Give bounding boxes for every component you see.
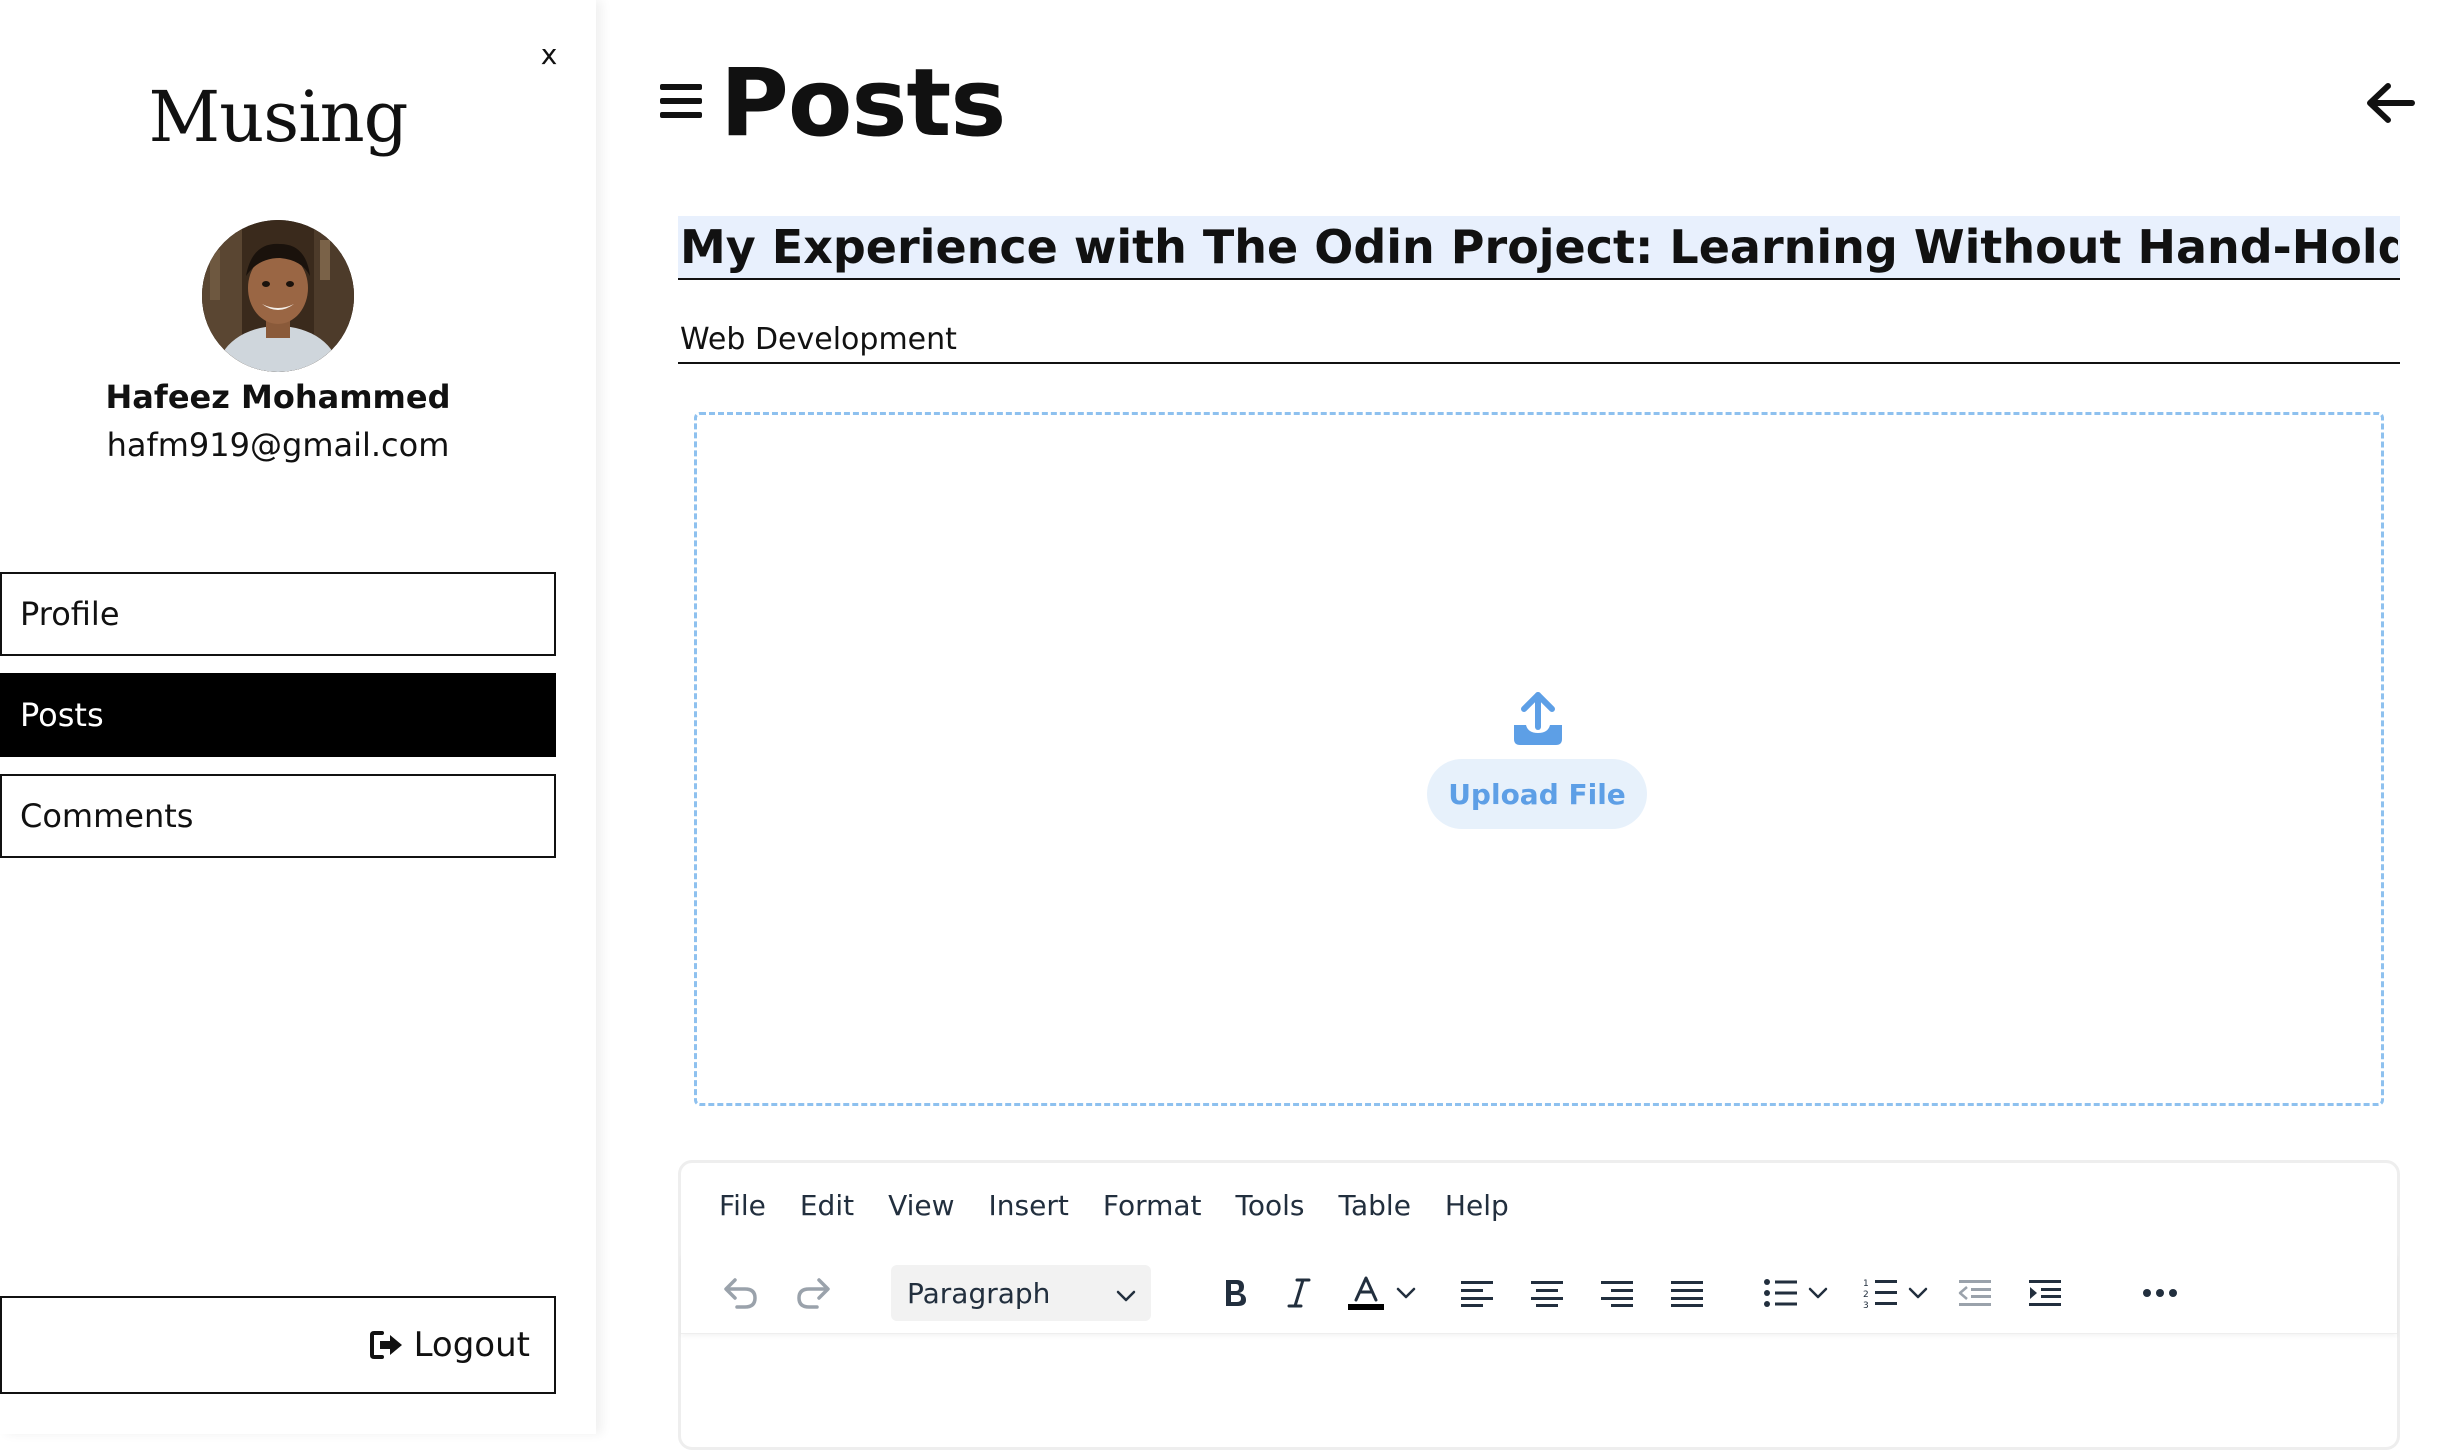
text-color-chevron-down-icon[interactable] <box>1393 1267 1419 1319</box>
rich-text-editor: File Edit View Insert Format Tools Table… <box>678 1160 2400 1450</box>
editor-menubar: File Edit View Insert Format Tools Table… <box>719 1189 1543 1222</box>
logout-button[interactable]: Logout <box>0 1296 556 1394</box>
avatar-photo <box>202 220 354 372</box>
brand-logo: Musing <box>148 76 409 158</box>
undo-icon[interactable] <box>719 1267 763 1319</box>
bullet-list-icon[interactable] <box>1759 1267 1803 1319</box>
editor-toolbar: Paragraph 1 2 3 <box>681 1253 2397 1334</box>
menu-help[interactable]: Help <box>1445 1189 1509 1222</box>
svg-text:2: 2 <box>1863 1290 1869 1300</box>
menu-insert[interactable]: Insert <box>989 1189 1069 1222</box>
upload-file-button[interactable]: Upload File <box>1427 759 1647 829</box>
back-arrow-icon[interactable] <box>2364 78 2416 128</box>
italic-icon[interactable] <box>1279 1267 1319 1319</box>
sidebar: x Musing Hafeez Mohammed hafm919@gmail.c… <box>0 0 596 1434</box>
indent-icon[interactable] <box>2023 1267 2067 1319</box>
menu-view[interactable]: View <box>888 1189 954 1222</box>
menu-format[interactable]: Format <box>1103 1189 1202 1222</box>
close-sidebar-button[interactable]: x <box>536 38 562 72</box>
user-email: hafm919@gmail.com <box>106 426 450 464</box>
block-format-select[interactable]: Paragraph <box>891 1265 1151 1321</box>
numbered-list-chevron-down-icon[interactable] <box>1905 1267 1931 1319</box>
svg-text:1: 1 <box>1863 1279 1869 1289</box>
menu-edit[interactable]: Edit <box>800 1189 854 1222</box>
align-justify-icon[interactable] <box>1665 1267 1709 1319</box>
sidebar-item-posts[interactable]: Posts <box>0 673 556 757</box>
sidebar-item-comments[interactable]: Comments <box>0 774 556 858</box>
svg-text:3: 3 <box>1863 1301 1869 1309</box>
main-content: Posts Upload File File Edit View Insert … <box>596 0 2462 1450</box>
upload-icon <box>1510 691 1566 749</box>
user-name: Hafeez Mohammed <box>105 378 451 416</box>
file-dropzone[interactable]: Upload File <box>694 412 2384 1106</box>
logout-label: Logout <box>413 1325 530 1365</box>
numbered-list-icon[interactable]: 1 2 3 <box>1859 1267 1903 1319</box>
menu-table[interactable]: Table <box>1339 1189 1411 1222</box>
align-right-icon[interactable] <box>1595 1267 1639 1319</box>
post-category-input[interactable] <box>678 316 2400 364</box>
sidebar-item-profile[interactable]: Profile <box>0 572 556 656</box>
menu-tools[interactable]: Tools <box>1236 1189 1305 1222</box>
outdent-icon[interactable] <box>1953 1267 1997 1319</box>
more-icon[interactable] <box>2137 1267 2183 1319</box>
avatar <box>202 220 354 372</box>
align-center-icon[interactable] <box>1525 1267 1569 1319</box>
menu-file[interactable]: File <box>719 1189 766 1222</box>
align-left-icon[interactable] <box>1455 1267 1499 1319</box>
logout-icon <box>369 1330 404 1360</box>
post-title-input[interactable] <box>678 216 2400 280</box>
bold-icon[interactable] <box>1213 1267 1257 1319</box>
bullet-list-chevron-down-icon[interactable] <box>1805 1267 1831 1319</box>
hamburger-menu-icon[interactable] <box>660 80 702 122</box>
redo-icon[interactable] <box>791 1267 835 1319</box>
text-color-icon[interactable] <box>1343 1267 1389 1319</box>
chevron-down-icon <box>1115 1281 1137 1314</box>
block-format-value: Paragraph <box>907 1276 1051 1310</box>
page-title: Posts <box>720 49 1006 158</box>
